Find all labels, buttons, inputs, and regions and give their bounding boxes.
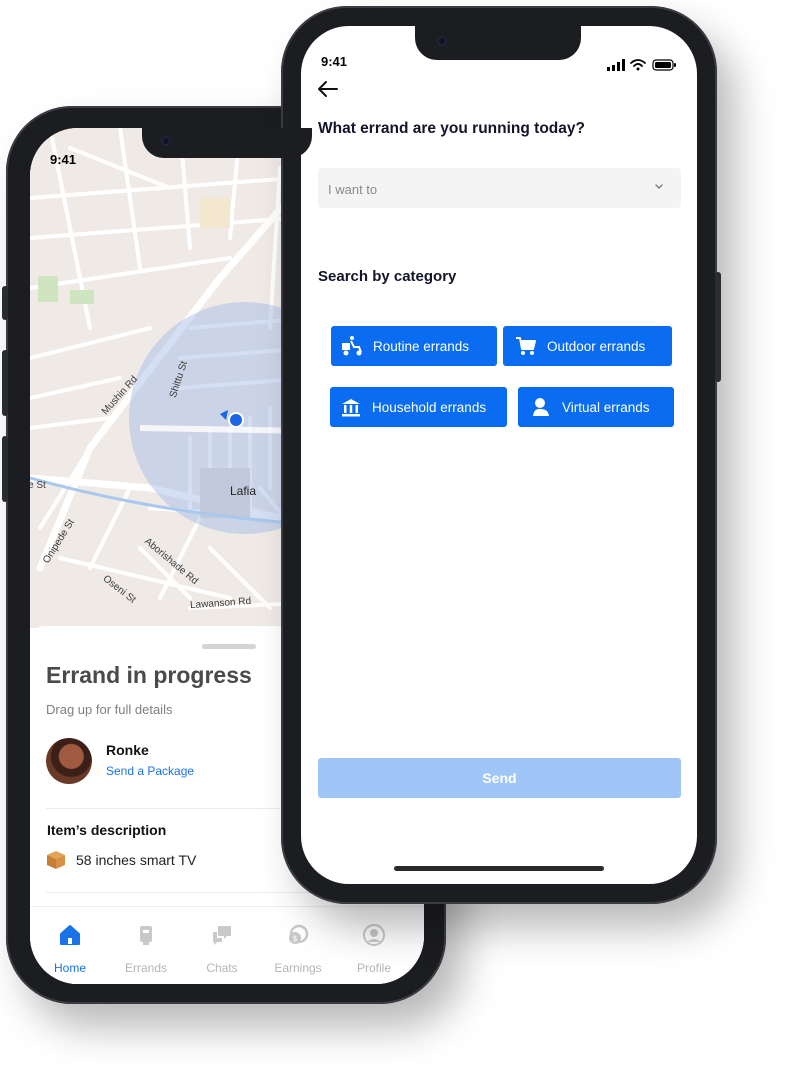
tab-earnings[interactable]: $ Earnings (260, 907, 336, 977)
home-icon (60, 925, 80, 945)
camera (437, 36, 447, 46)
notch (415, 26, 581, 60)
category-label: Virtual errands (562, 399, 650, 415)
category-household-errands-button[interactable]: Household errands (330, 387, 507, 427)
map-label: Lafia (230, 484, 257, 498)
category-virtual-errands-button[interactable]: Virtual errands (518, 387, 674, 427)
camera (161, 136, 171, 146)
package-icon (47, 851, 65, 869)
back-arrow-icon[interactable] (317, 80, 339, 98)
sheet-title: Errand in progress (46, 662, 252, 688)
earnings-icon: $ (289, 924, 309, 944)
profile-icon (363, 924, 385, 946)
tab-chats[interactable]: Chats (184, 907, 260, 977)
sheet-subtitle: Drag up for full details (46, 702, 173, 717)
volume-up-button (2, 350, 8, 416)
wifi-icon (630, 59, 646, 71)
item-description-heading: Item’s description (47, 822, 167, 838)
delivery-scooter-icon (342, 336, 362, 356)
errands-icon (140, 926, 152, 945)
tab-label: Errands (124, 961, 168, 975)
shopping-cart-icon (516, 337, 536, 355)
send-package-link[interactable]: Send a Package (106, 764, 194, 778)
status-icons (607, 59, 676, 71)
bottom-tab-bar: Home Errands Chats $ Earnings Profile (30, 906, 424, 984)
status-time: 9:41 (321, 54, 348, 69)
category-label: Outdoor errands (547, 338, 646, 354)
bank-icon (342, 399, 360, 417)
notch (142, 128, 312, 158)
item-description-text: 58 inches smart TV (76, 852, 197, 868)
tab-label: Profile (356, 961, 391, 975)
tab-home[interactable]: Home (32, 907, 108, 977)
person-icon (533, 398, 549, 416)
select-placeholder: I want to (328, 182, 378, 197)
map-label: e St (30, 480, 46, 491)
page-title: What errand are you running today? (318, 120, 585, 137)
front-phone-screen: 9:41 What errand are you running today? … (301, 26, 697, 884)
power-button (715, 272, 721, 382)
errand-select[interactable]: I want to (318, 168, 681, 208)
home-indicator (394, 866, 604, 871)
tab-label: Home (53, 961, 86, 975)
send-button[interactable]: Send (318, 758, 681, 798)
battery-icon (652, 59, 676, 71)
mute-switch (2, 286, 8, 320)
tab-errands[interactable]: Errands (108, 907, 184, 977)
category-label: Routine errands (373, 338, 470, 354)
category-outdoor-errands-button[interactable]: Outdoor errands (503, 326, 672, 366)
svg-text:$: $ (292, 934, 297, 943)
tab-label: Earnings (274, 961, 322, 975)
front-phone: 9:41 What errand are you running today? … (281, 6, 721, 904)
chevron-down-icon (655, 184, 663, 189)
person-name: Ronke (106, 742, 149, 758)
category-title: Search by category (318, 268, 457, 285)
avatar (46, 738, 92, 784)
category-routine-errands-button[interactable]: Routine errands (331, 326, 497, 366)
volume-down-button (2, 436, 8, 502)
status-time: 9:41 (50, 152, 77, 167)
drag-handle[interactable] (202, 644, 256, 649)
tab-label: Chats (206, 961, 238, 975)
tab-profile[interactable]: Profile (336, 907, 412, 977)
signal-icon (607, 59, 625, 71)
chats-icon (213, 926, 231, 945)
category-label: Household errands (372, 399, 487, 415)
